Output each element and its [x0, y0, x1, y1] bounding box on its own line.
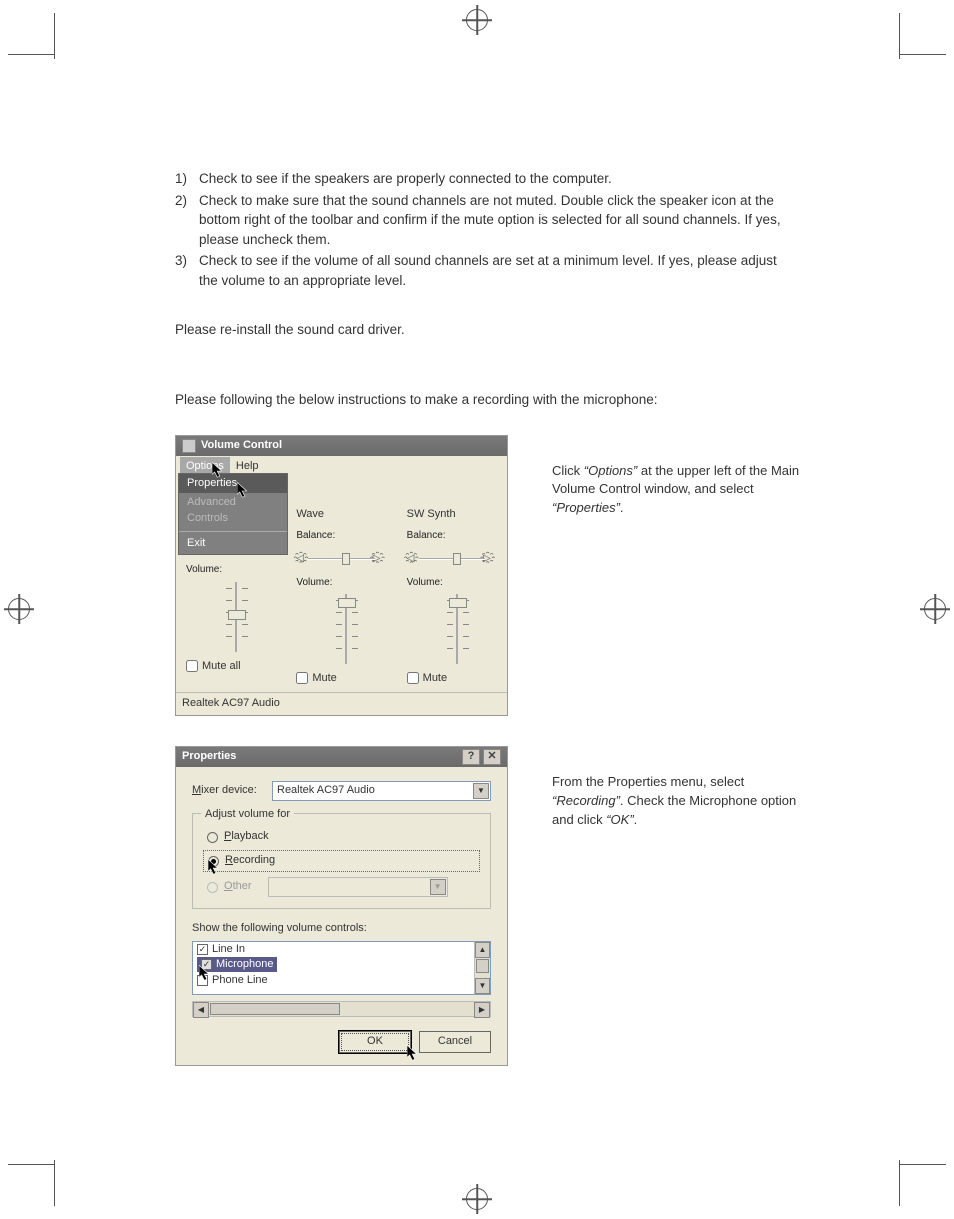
dropdown-separator — [179, 531, 287, 532]
balance-label: Balance: — [407, 529, 507, 544]
help-button[interactable]: ? — [462, 749, 480, 765]
scrollbar-thumb[interactable] — [210, 1003, 340, 1015]
crop-mark — [54, 13, 55, 59]
properties-dialog: Properties ? ✕ Mixer device: Realtek AC9… — [175, 746, 508, 1066]
other-select: ▼ — [268, 877, 448, 897]
status-bar: Realtek AC97 Audio — [176, 692, 507, 715]
list-item[interactable]: Phone Line — [193, 973, 490, 988]
side-text-2: From the Properties menu, select “Record… — [552, 773, 815, 830]
mute-checkbox[interactable]: Mute — [296, 668, 396, 692]
list-item[interactable]: ✓ Line In — [193, 942, 490, 957]
crop-mark — [899, 1160, 900, 1206]
instruction-list: 1)Check to see if the speakers are prope… — [175, 169, 815, 290]
registration-mark-icon — [924, 598, 946, 620]
list-item: 3)Check to see if the volume of all soun… — [175, 251, 815, 290]
intro-text: Please following the below instructions … — [175, 390, 815, 410]
balance-slider[interactable]: ◁҈ ▷҈ — [296, 546, 396, 570]
crop-mark — [899, 13, 900, 59]
list-number: 1) — [175, 169, 199, 189]
radio-icon — [207, 882, 218, 893]
balance-slider[interactable]: ◁҈ ▷҈ — [407, 546, 507, 570]
dialog-title: Properties — [182, 749, 236, 765]
volume-slider[interactable] — [326, 594, 366, 664]
dropdown-properties[interactable]: Properties — [179, 474, 287, 494]
checkbox-icon[interactable]: ✓ — [197, 944, 208, 955]
window-title: Volume Control — [201, 438, 282, 454]
list-text: Check to see if the speakers are properl… — [199, 169, 799, 189]
adjust-volume-group: Adjust volume for Playback Recording — [192, 813, 491, 909]
scroll-up-icon[interactable]: ▲ — [475, 942, 490, 958]
list-item: 1)Check to see if the speakers are prope… — [175, 169, 815, 189]
speaker-left-icon: ◁҈ — [296, 552, 308, 567]
mixer-device-select[interactable]: Realtek AC97 Audio ▼ — [272, 781, 491, 801]
page-content: 1)Check to see if the speakers are prope… — [175, 169, 815, 1066]
chevron-down-icon: ▼ — [430, 879, 446, 895]
cancel-button[interactable]: Cancel — [419, 1031, 491, 1053]
volume-label: Volume: — [407, 576, 507, 591]
volume-label: Volume: — [296, 576, 396, 591]
list-item[interactable]: ✓ Microphone — [197, 957, 277, 972]
list-text: Check to see if the volume of all sound … — [199, 251, 799, 290]
radio-playback[interactable]: Playback — [203, 827, 480, 847]
radio-recording[interactable]: Recording — [203, 850, 480, 872]
crop-mark — [8, 1164, 54, 1165]
vertical-scrollbar[interactable]: ▲ ▼ — [474, 942, 490, 994]
crop-mark — [8, 54, 54, 55]
volume-panel: SW Synth Balance: ◁҈ ▷҈ Volume: — [397, 477, 507, 692]
list-item: 2)Check to make sure that the sound chan… — [175, 191, 815, 250]
registration-mark-icon — [8, 598, 30, 620]
dialog-titlebar[interactable]: Properties ? ✕ — [176, 747, 507, 767]
reinstall-text: Please re-install the sound card driver. — [175, 320, 815, 340]
scrollbar-thumb[interactable] — [476, 959, 489, 973]
panel-name: SW Synth — [407, 507, 507, 523]
radio-other: Other ▼ — [203, 875, 480, 899]
scroll-down-icon[interactable]: ▼ — [475, 978, 490, 994]
scroll-right-icon[interactable]: ▶ — [474, 1002, 490, 1018]
mixer-label: Mixer device: — [192, 783, 272, 799]
scroll-left-icon[interactable]: ◀ — [193, 1002, 209, 1018]
close-button[interactable]: ✕ — [483, 749, 501, 765]
app-icon — [182, 439, 196, 453]
dropdown-exit[interactable]: Exit — [179, 534, 287, 554]
options-dropdown: Properties Advanced Controls Exit — [178, 473, 288, 556]
crop-mark — [900, 54, 946, 55]
registration-mark-icon — [466, 1188, 488, 1210]
radio-icon — [208, 856, 219, 867]
volume-slider[interactable] — [437, 594, 477, 664]
checkbox-icon[interactable]: ✓ — [201, 959, 212, 970]
dropdown-advanced[interactable]: Advanced Controls — [179, 493, 287, 529]
crop-mark — [54, 1160, 55, 1206]
side-text-1: Click “Options” at the upper left of the… — [552, 462, 815, 519]
menubar: Options Help Properties Advanced Control… — [176, 456, 507, 478]
checkbox-icon[interactable] — [197, 975, 208, 986]
chevron-down-icon: ▼ — [473, 783, 489, 799]
balance-label: Balance: — [296, 529, 396, 544]
speaker-left-icon: ◁҈ — [407, 552, 419, 567]
volume-slider[interactable] — [216, 582, 256, 652]
mute-checkbox[interactable]: Mute — [407, 668, 507, 692]
window-titlebar[interactable]: Volume Control — [176, 436, 507, 456]
volume-panel: Wave Balance: ◁҈ ▷҈ Volume: — [286, 477, 396, 692]
volume-label: Volume: — [186, 563, 286, 578]
ok-button[interactable]: OK — [339, 1031, 411, 1053]
horizontal-scrollbar[interactable]: ◀ ▶ — [192, 1001, 491, 1017]
radio-icon — [207, 832, 218, 843]
list-label: Show the following volume controls: — [192, 921, 491, 937]
list-text: Check to make sure that the sound channe… — [199, 191, 799, 250]
registration-mark-icon — [466, 9, 488, 31]
group-legend: Adjust volume for — [201, 807, 294, 823]
mute-all-checkbox[interactable]: Mute all — [186, 656, 286, 680]
list-number: 2) — [175, 191, 199, 211]
volume-controls-list[interactable]: ✓ Line In ✓ Microphone Phone — [192, 941, 491, 995]
list-number: 3) — [175, 251, 199, 271]
volume-control-window: Volume Control Options Help Properties A… — [175, 435, 508, 717]
crop-mark — [900, 1164, 946, 1165]
panel-name: Wave — [296, 507, 396, 523]
